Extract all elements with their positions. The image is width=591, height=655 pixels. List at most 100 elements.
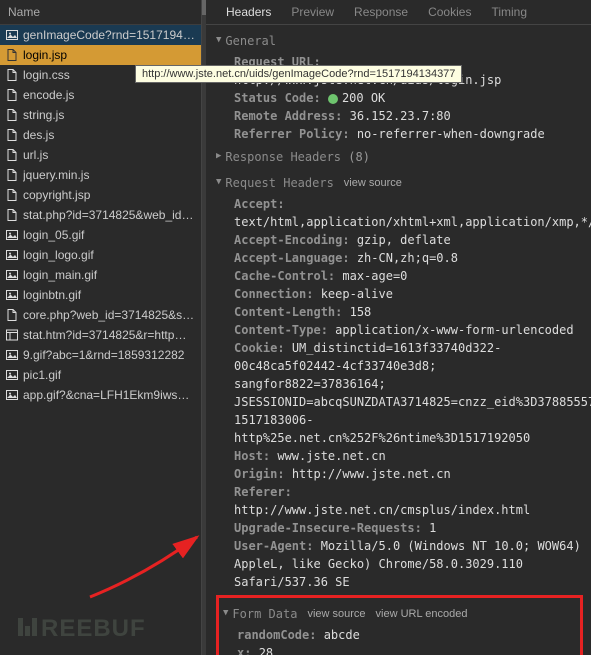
tab-timing[interactable]: Timing	[481, 0, 537, 24]
file-row[interactable]: encode.js	[0, 85, 201, 105]
request-header-row: Accept text/html,application/xhtml+xml,ap…	[234, 195, 591, 231]
file-name: genImageCode?rnd=15171941...	[23, 28, 195, 42]
request-header-row: Connectionkeep-alive	[234, 285, 591, 303]
request-header-row: Accept-Languagezh-CN,zh;q=0.8	[234, 249, 591, 267]
tab-preview[interactable]: Preview	[281, 0, 344, 24]
image-icon	[6, 349, 18, 361]
file-row[interactable]: login_main.gif	[0, 265, 201, 285]
file-row[interactable]: login_05.gif	[0, 225, 201, 245]
form-key: x	[237, 646, 259, 655]
header-key: Accept-Language	[234, 251, 357, 265]
header-value: max-age=0	[342, 269, 407, 283]
file-row[interactable]: url.js	[0, 145, 201, 165]
header-value: gzip, deflate	[357, 233, 451, 247]
view-url-encoded-link[interactable]: view URL encoded	[376, 606, 468, 623]
value-remote-address: 36.152.23.7:80	[350, 109, 451, 123]
file-name: stat.php?id=3714825&web_id=...	[23, 208, 195, 222]
file-name: des.js	[23, 128, 195, 142]
doc-icon	[6, 149, 18, 161]
detail-tabs: HeadersPreviewResponseCookiesTiming	[202, 0, 591, 25]
header-value: http://www.jste.net.cn/cmsplus/index.htm…	[234, 503, 530, 517]
file-name: stat.htm?id=3714825&r=http%...	[23, 328, 195, 342]
header-value: http://www.jste.net.cn	[292, 467, 451, 481]
network-file-list-panel: Name genImageCode?rnd=15171941... login.j…	[0, 0, 202, 655]
request-header-row: Originhttp://www.jste.net.cn	[234, 465, 591, 483]
form-data-row: x28	[237, 644, 580, 655]
doc-icon	[6, 189, 18, 201]
detail-panel: HeadersPreviewResponseCookiesTiming Gene…	[202, 0, 591, 655]
url-tooltip: http://www.jste.net.cn/uids/genImageCode…	[135, 65, 462, 83]
file-row[interactable]: login.jsp	[0, 45, 201, 65]
doc-icon	[6, 49, 18, 61]
doc-icon	[6, 169, 18, 181]
tab-response[interactable]: Response	[344, 0, 418, 24]
file-name: jquery.min.js	[23, 168, 195, 182]
file-name: copyright.jsp	[23, 188, 195, 202]
file-name: app.gif?&cna=LFH1Ekm9iwsCA...	[23, 388, 195, 402]
file-row[interactable]: stat.htm?id=3714825&r=http%...	[0, 325, 201, 345]
value-referrer-policy: no-referrer-when-downgrade	[357, 127, 545, 141]
value-status-code: 200 OK	[328, 91, 385, 105]
section-toggle-response-headers[interactable]: Response Headers (8)	[216, 145, 591, 169]
file-row[interactable]: string.js	[0, 105, 201, 125]
file-name: login_logo.gif	[23, 248, 195, 262]
file-row[interactable]: des.js	[0, 125, 201, 145]
request-header-row: CookieUM_distinctid=1613f33740d322-00c48…	[234, 339, 591, 447]
header-value: text/html,application/xhtml+xml,applicat…	[234, 215, 591, 229]
form-value: 28	[259, 646, 273, 655]
section-request-headers: Request Headersview source Accept text/ht…	[216, 171, 591, 591]
header-key: Origin	[234, 467, 292, 481]
request-header-row: Cache-Controlmax-age=0	[234, 267, 591, 285]
file-name: 9.gif?abc=1&rnd=1859312282	[23, 348, 195, 362]
header-key: Cache-Control	[234, 269, 342, 283]
file-row[interactable]: genImageCode?rnd=15171941...	[0, 25, 201, 45]
file-name: login.jsp	[23, 48, 195, 62]
file-row[interactable]: 9.gif?abc=1&rnd=1859312282	[0, 345, 201, 365]
view-source-link[interactable]: view source	[307, 606, 365, 623]
section-toggle-form-data[interactable]: Form Dataview sourceview URL encoded	[219, 602, 580, 626]
image-icon	[6, 389, 18, 401]
file-name: core.php?web_id=3714825&sh...	[23, 308, 195, 322]
header-value: keep-alive	[321, 287, 393, 301]
file-row[interactable]: copyright.jsp	[0, 185, 201, 205]
tab-headers[interactable]: Headers	[216, 0, 281, 24]
scroll-indicator[interactable]	[202, 0, 206, 655]
file-row[interactable]: app.gif?&cna=LFH1Ekm9iwsCA...	[0, 385, 201, 405]
image-icon	[6, 249, 18, 261]
request-header-row: Content-Typeapplication/x-www-form-urlen…	[234, 321, 591, 339]
header-value: www.jste.net.cn	[277, 449, 385, 463]
file-row[interactable]: core.php?web_id=3714825&sh...	[0, 305, 201, 325]
file-row[interactable]: jquery.min.js	[0, 165, 201, 185]
file-name: loginbtn.gif	[23, 288, 195, 302]
file-row[interactable]: stat.php?id=3714825&web_id=...	[0, 205, 201, 225]
image-icon	[6, 269, 18, 281]
header-key: User-Agent	[234, 539, 321, 553]
request-header-row: Refererhttp://www.jste.net.cn/cmsplus/in…	[234, 483, 591, 519]
file-row[interactable]: login_logo.gif	[0, 245, 201, 265]
section-toggle-request-headers[interactable]: Request Headersview source	[216, 171, 591, 195]
file-row[interactable]: pic1.gif	[0, 365, 201, 385]
tab-cookies[interactable]: Cookies	[418, 0, 481, 24]
image-icon	[6, 29, 18, 41]
header-value: application/x-www-form-urlencoded	[335, 323, 573, 337]
response-headers-count: (8)	[348, 148, 370, 166]
header-key: Accept-Encoding	[234, 233, 357, 247]
view-source-link[interactable]: view source	[344, 175, 402, 192]
form-data-row: randomCodeabcde	[237, 626, 580, 644]
header-key: Content-Length	[234, 305, 350, 319]
panel-header-name[interactable]: Name	[0, 0, 201, 25]
header-key: Accept	[234, 197, 285, 211]
form-key: randomCode	[237, 628, 324, 642]
file-name: pic1.gif	[23, 368, 195, 382]
doc-icon	[6, 69, 18, 81]
file-name: url.js	[23, 148, 195, 162]
doc-icon	[6, 129, 18, 141]
file-name: string.js	[23, 108, 195, 122]
file-name: login_main.gif	[23, 268, 195, 282]
request-header-row: Upgrade-Insecure-Requests1	[234, 519, 591, 537]
section-toggle-general[interactable]: General	[216, 29, 591, 53]
image-icon	[6, 289, 18, 301]
header-key: Host	[234, 449, 277, 463]
file-row[interactable]: loginbtn.gif	[0, 285, 201, 305]
header-key: Content-Type	[234, 323, 335, 337]
